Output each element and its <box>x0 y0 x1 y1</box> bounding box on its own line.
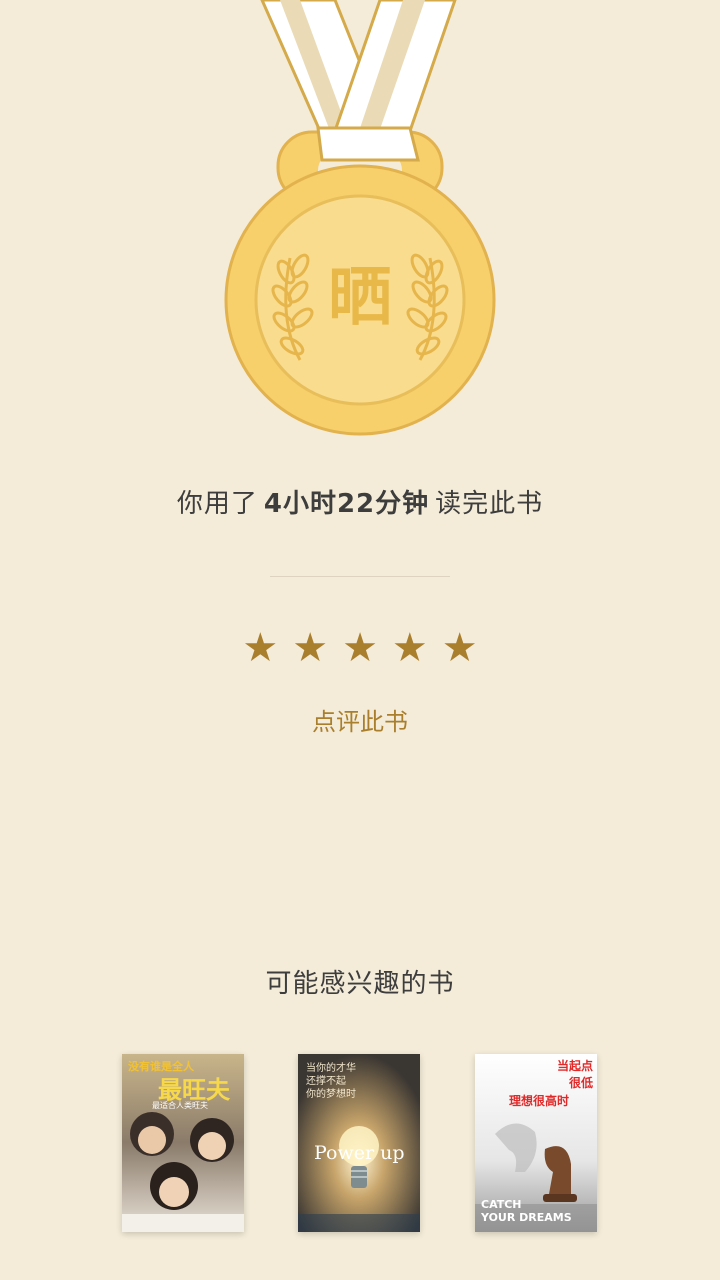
book-card-3[interactable]: 当起点 很低 理想很高时 CATCH YOUR DREAMS <box>475 1054 597 1232</box>
reading-suffix: 读完此书 <box>435 489 544 519</box>
book-3-title-en-line: CATCH <box>481 1198 522 1211</box>
reading-prefix: 你用了 <box>176 489 258 519</box>
book-2-title-line: 当你的才华 <box>306 1063 356 1074</box>
book-3-title-line: 很低 <box>568 1076 593 1090</box>
star-icon[interactable]: ★ <box>292 620 328 676</box>
book-2-title-line: 还撑不起 <box>306 1076 346 1087</box>
reading-duration: 4小时22分钟 <box>263 489 430 519</box>
book-card-2[interactable]: 当你的才华 还撑不起 你的梦想时 Power up <box>298 1054 420 1232</box>
medal-character: 晒 <box>328 260 392 335</box>
ribbon-knot <box>316 126 420 162</box>
recommendations-title: 可能感兴趣的书 <box>265 969 455 999</box>
book-3-title-line: 当起点 <box>556 1059 593 1073</box>
book-3-title-en-line: YOUR DREAMS <box>481 1211 572 1224</box>
star-rating[interactable]: ★ ★ ★ ★ ★ <box>0 620 720 676</box>
book-3-title-en: CATCH YOUR DREAMS <box>481 1198 572 1224</box>
medal-graphic <box>224 0 496 436</box>
recommended-books: 没有谁是全人 最旺夫 最适合人类旺夫 当你的才华 还撑不起 你的梦想时 Powe… <box>0 1054 720 1234</box>
divider <box>270 576 450 577</box>
medal-badge: 晒 <box>0 0 720 460</box>
book-3-title-line-3: 理想很高时 <box>509 1094 570 1108</box>
book-2-title: 当你的才华 还撑不起 你的梦想时 <box>306 1062 356 1101</box>
star-icon[interactable]: ★ <box>342 620 378 676</box>
book-2-title-en: Power up <box>314 1142 405 1164</box>
reading-time-summary: 你用了 4小时22分钟 读完此书 <box>0 484 720 524</box>
review-book-button[interactable]: 点评此书 <box>260 700 460 744</box>
star-icon[interactable]: ★ <box>242 620 278 676</box>
book-2-title-line: 你的梦想时 <box>306 1089 356 1100</box>
book-3-title: 当起点 很低 <box>549 1058 593 1092</box>
book-card-1[interactable]: 没有谁是全人 最旺夫 最适合人类旺夫 <box>122 1054 244 1232</box>
star-icon[interactable]: ★ <box>442 620 478 676</box>
star-icon[interactable]: ★ <box>392 620 428 676</box>
book-1-subtitle: 最适合人类旺夫 <box>152 1101 208 1110</box>
